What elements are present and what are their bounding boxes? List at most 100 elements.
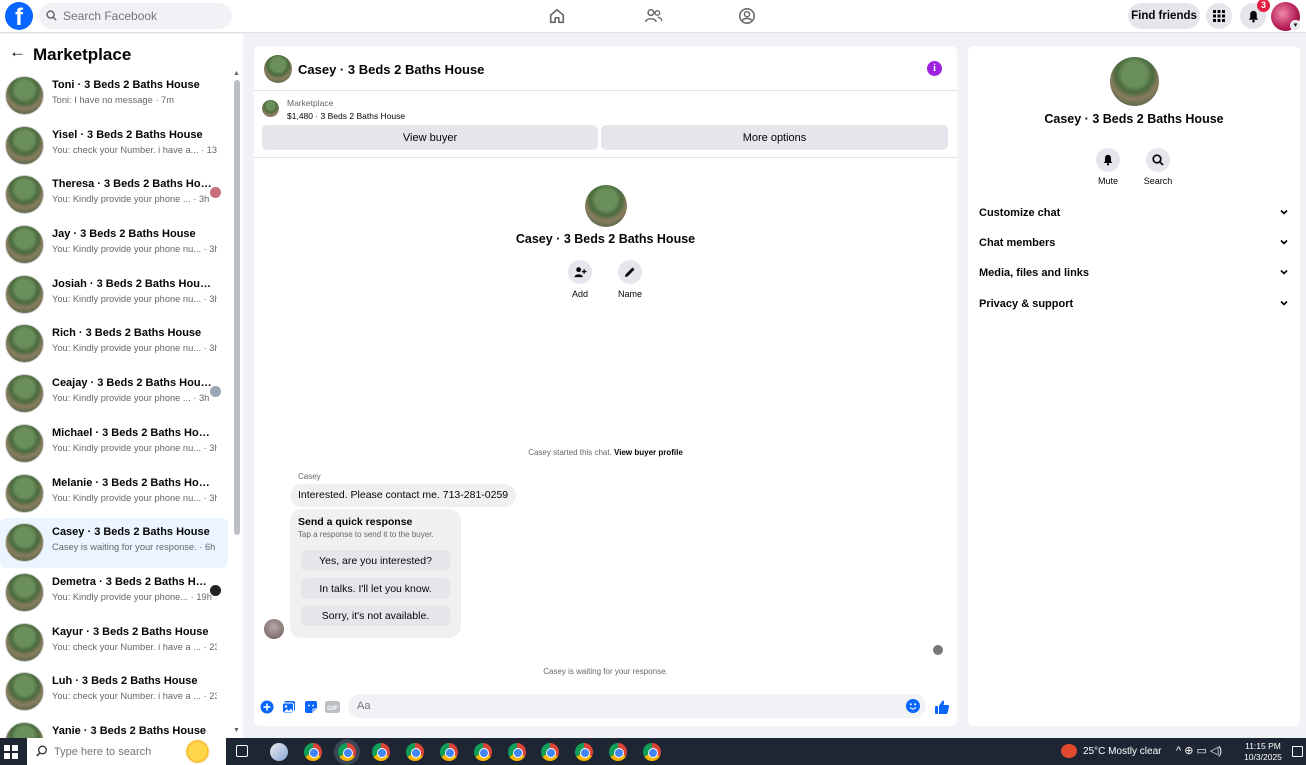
- conversation-item[interactable]: Rich · 3 Beds 2 Baths House You: Kindly p…: [0, 319, 228, 369]
- mute-button[interactable]: Mute: [1088, 148, 1128, 186]
- taskbar-search-input[interactable]: [54, 744, 194, 760]
- chrome-icon[interactable]: [304, 743, 322, 761]
- conversation-item[interactable]: Luh · 3 Beds 2 Baths House You: check you…: [0, 667, 228, 717]
- search-in-chat-button[interactable]: Search: [1138, 148, 1178, 186]
- conversation-item[interactable]: Theresa · 3 Beds 2 Baths House You: Kindl…: [0, 170, 228, 220]
- avatar: [5, 225, 44, 265]
- conversation-name: Michael · 3 Beds 2 Baths House: [52, 426, 212, 439]
- conversation-item-active[interactable]: Casey · 3 Beds 2 Baths House Casey is wai…: [0, 518, 228, 568]
- conversation-snippet: You: Kindly provide your phone... · 19h: [52, 591, 212, 602]
- facebook-search-input[interactable]: [63, 7, 223, 25]
- facebook-search-box[interactable]: [39, 3, 232, 29]
- chrome-icon[interactable]: [338, 743, 356, 761]
- sidebar-scrollbar[interactable]: [234, 80, 240, 535]
- conversation-snippet: You: Kindly provide your phone nu... · 3…: [52, 293, 217, 304]
- app-icon[interactable]: [270, 743, 288, 761]
- quick-response-button[interactable]: In talks. I'll let you know.: [301, 578, 450, 599]
- media-files-links-section[interactable]: Media, files and links: [979, 264, 1289, 284]
- friends-icon[interactable]: [640, 4, 666, 28]
- conversation-item[interactable]: Toni · 3 Beds 2 Baths House Toni: I have …: [0, 71, 228, 121]
- conversation-item[interactable]: Michael · 3 Beds 2 Baths House You: Kindl…: [0, 419, 228, 469]
- conversation-name: Theresa · 3 Beds 2 Baths House: [52, 178, 212, 191]
- back-arrow-icon[interactable]: ←: [9, 43, 26, 60]
- weather-icon[interactable]: [1061, 744, 1077, 758]
- conversation-item[interactable]: Ceajay · 3 Beds 2 Baths House You: Kindly…: [0, 369, 228, 419]
- message-input[interactable]: [348, 694, 926, 718]
- menu-grid-icon[interactable]: [1206, 3, 1232, 29]
- conversation-item[interactable]: Yanie · 3 Beds 2 Baths House: [0, 717, 228, 738]
- find-friends-button[interactable]: Find friends: [1128, 3, 1200, 29]
- conversation-name: Melanie · 3 Beds 2 Baths House: [52, 476, 212, 489]
- gif-icon[interactable]: GIF: [325, 699, 340, 714]
- task-view-icon[interactable]: [236, 745, 248, 757]
- chevron-down-icon[interactable]: ▾: [1290, 20, 1301, 31]
- customize-chat-section[interactable]: Customize chat: [979, 204, 1289, 224]
- quick-response-button[interactable]: Sorry, it's not available.: [301, 605, 450, 626]
- chat-started-notice: Casey started this chat. View buyer prof…: [254, 448, 957, 457]
- sender-name: Casey: [298, 472, 321, 481]
- windows-taskbar: 25°C Mostly clear ^ ⊕ ▭ ◁) 11:15 PM 10/3…: [0, 738, 1306, 765]
- quick-response-button[interactable]: Yes, are you interested?: [301, 550, 450, 571]
- conversation-name: Josiah · 3 Beds 2 Baths House: [52, 277, 212, 290]
- chrome-icon[interactable]: [372, 743, 390, 761]
- chrome-icon[interactable]: [440, 743, 458, 761]
- chevron-down-icon: [1280, 300, 1288, 306]
- scroll-down-arrow-icon[interactable]: ▼: [233, 727, 240, 734]
- chat-title[interactable]: Casey · 3 Beds 2 Baths House: [298, 62, 484, 77]
- privacy-support-section[interactable]: Privacy & support: [979, 295, 1289, 315]
- top-navigation-bar: f Find friends 3 ▾: [0, 0, 1306, 33]
- more-options-button[interactable]: More options: [601, 125, 948, 150]
- view-buyer-button[interactable]: View buyer: [262, 125, 598, 150]
- conversation-item[interactable]: Jay · 3 Beds 2 Baths House You: Kindly pr…: [0, 220, 228, 270]
- chrome-icon[interactable]: [643, 743, 661, 761]
- conversation-name: Toni · 3 Beds 2 Baths House: [52, 79, 200, 91]
- scroll-up-arrow-icon[interactable]: ▲: [233, 70, 240, 77]
- chrome-icon[interactable]: [541, 743, 559, 761]
- plus-circle-icon[interactable]: [259, 699, 274, 714]
- seen-indicator-avatar: [933, 645, 943, 655]
- info-icon[interactable]: i: [927, 61, 942, 76]
- pencil-icon: [625, 267, 635, 277]
- windows-start-icon[interactable]: [4, 745, 18, 759]
- avatar[interactable]: [264, 55, 292, 83]
- conversation-name: Kayur · 3 Beds 2 Baths House: [52, 625, 209, 638]
- conversation-item[interactable]: Kayur · 3 Beds 2 Baths House You: check y…: [0, 618, 228, 668]
- avatar: [5, 721, 44, 738]
- search-label: Search: [1143, 176, 1173, 186]
- section-label: Customize chat: [979, 207, 1061, 219]
- name-chat-button[interactable]: Name: [610, 260, 650, 299]
- search-icon: [46, 10, 57, 21]
- view-buyer-profile-link[interactable]: View buyer profile: [614, 448, 683, 457]
- sender-avatar: [264, 619, 284, 639]
- sticker-icon[interactable]: [303, 699, 318, 714]
- conversation-name: Rich · 3 Beds 2 Baths House: [52, 327, 202, 340]
- chrome-icon[interactable]: [474, 743, 492, 761]
- thumbs-up-icon[interactable]: [933, 698, 950, 715]
- chrome-icon[interactable]: [508, 743, 526, 761]
- chrome-icon[interactable]: [575, 743, 593, 761]
- emoji-icon[interactable]: [906, 699, 920, 713]
- photo-icon[interactable]: [281, 699, 296, 714]
- listing-thumbnail: [262, 100, 279, 117]
- chrome-icon[interactable]: [609, 743, 627, 761]
- weather-sun-icon[interactable]: [185, 739, 210, 764]
- weather-text[interactable]: 25°C Mostly clear: [1083, 746, 1161, 757]
- conversation-item[interactable]: Yisel · 3 Beds 2 Baths House You: check y…: [0, 121, 228, 171]
- conversation-snippet: You: Kindly provide your phone nu... · 3…: [52, 492, 217, 503]
- facebook-logo[interactable]: f: [5, 2, 33, 30]
- quick-response-title: Send a quick response: [298, 516, 413, 528]
- chevron-down-icon: [1280, 239, 1288, 245]
- info-panel-title: Casey · 3 Beds 2 Baths House: [1044, 112, 1224, 126]
- conversation-item[interactable]: Josiah · 3 Beds 2 Baths House You: Kindly…: [0, 270, 228, 320]
- chat-members-section[interactable]: Chat members: [979, 234, 1289, 254]
- notification-center-icon[interactable]: [1292, 746, 1303, 757]
- groups-icon[interactable]: [734, 4, 760, 28]
- conversation-item[interactable]: Melanie · 3 Beds 2 Baths House You: Kindl…: [0, 469, 228, 519]
- taskbar-clock[interactable]: 11:15 PM 10/3/2025: [1243, 741, 1283, 763]
- system-tray-icons[interactable]: ^ ⊕ ▭ ◁): [1176, 744, 1222, 757]
- chrome-icon[interactable]: [406, 743, 424, 761]
- add-people-button[interactable]: Add: [560, 260, 600, 299]
- message-composer: GIF: [254, 690, 957, 726]
- conversation-item[interactable]: Demetra · 3 Beds 2 Baths Hou... You: Kind…: [0, 568, 228, 618]
- home-icon[interactable]: [544, 4, 570, 28]
